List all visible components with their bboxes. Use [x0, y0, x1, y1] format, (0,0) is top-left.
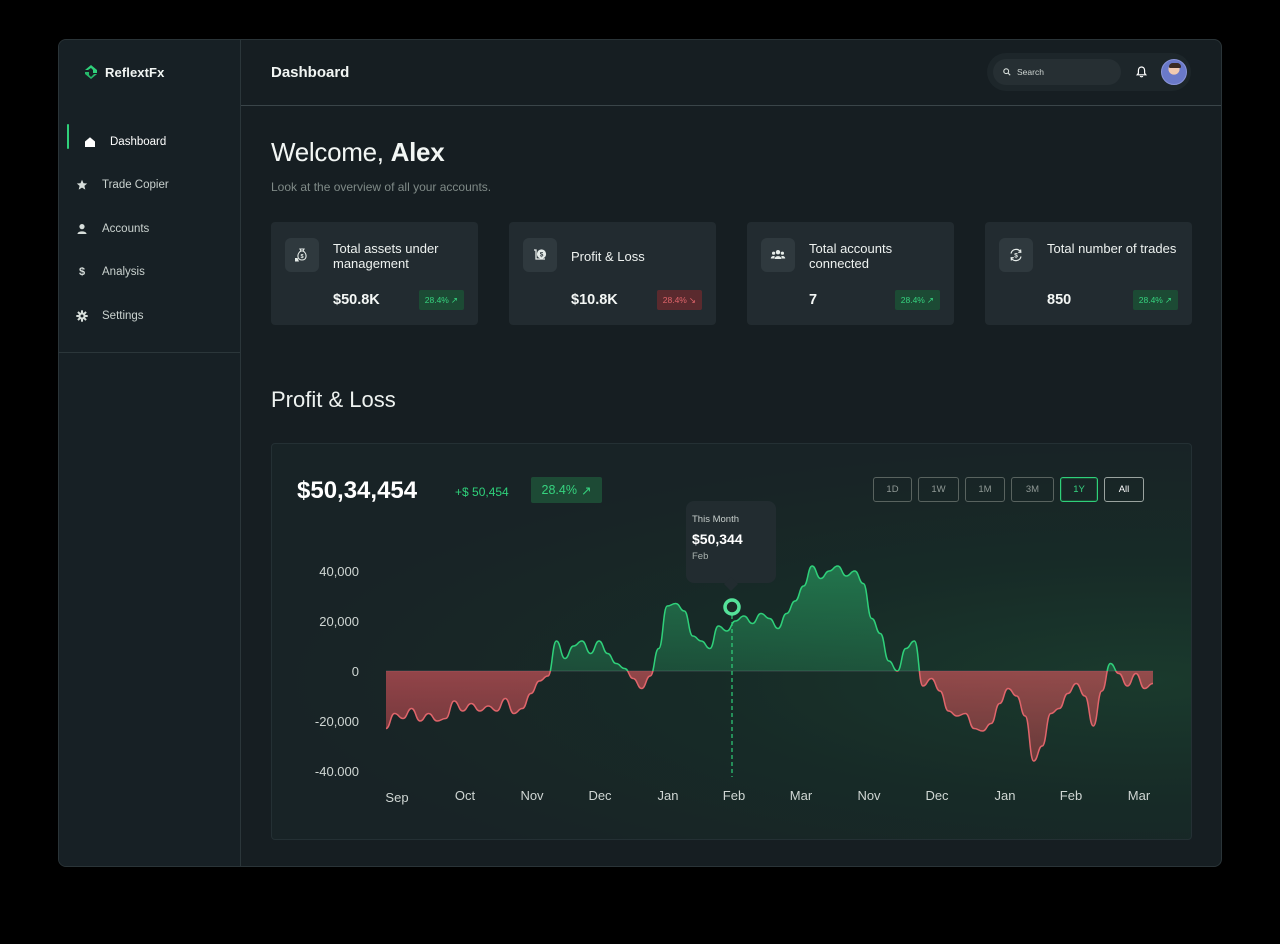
sidebar-item-accounts[interactable]: Accounts: [59, 207, 240, 251]
arrow-down-right-icon: ↘: [688, 294, 696, 305]
stat-card-trades[interactable]: $ Total number of trades 850 28.4% ↗: [985, 222, 1192, 325]
welcome-name: Alex: [390, 137, 445, 167]
y-tick-label: 40,000: [319, 564, 359, 579]
star-icon: [76, 179, 88, 191]
stat-card-pnl[interactable]: $ Profit & Loss $10.8K 28.4% ↘: [509, 222, 716, 325]
change-badge: 28.4% ↗: [418, 290, 464, 310]
user-icon: [76, 223, 88, 235]
sidebar-item-label: Analysis: [102, 266, 145, 279]
y-tick-label: 20,000: [319, 614, 359, 629]
card-label: Total assets under management: [333, 241, 439, 271]
tooltip-month: Feb: [692, 551, 709, 562]
card-value: $50.8K: [333, 292, 380, 308]
sidebar-divider: [59, 352, 240, 353]
sidebar-item-settings[interactable]: Settings: [59, 294, 240, 338]
change-value: 28.4%: [1138, 295, 1163, 305]
card-label: Total number of trades: [1047, 241, 1177, 256]
money-bag-icon: $: [285, 238, 319, 272]
dollar-icon: $: [78, 266, 86, 279]
welcome-greeting: Welcome,: [271, 137, 384, 167]
change-value: 28.4%: [424, 295, 449, 305]
x-tick-label: Nov: [520, 788, 544, 803]
card-label: Profit & Loss: [571, 249, 645, 264]
x-tick-label: Oct: [455, 788, 476, 803]
sidebar-item-dashboard[interactable]: Dashboard: [59, 120, 240, 164]
y-tick-label: 0: [352, 664, 359, 679]
x-tick-label: Mar: [790, 788, 813, 803]
brand[interactable]: ReflextFx: [83, 64, 164, 80]
logo-icon: [85, 65, 97, 79]
users-icon: [761, 238, 795, 272]
x-tick-label: Dec: [925, 788, 949, 803]
x-tick-label: Jan: [658, 788, 679, 803]
svg-text:$: $: [1014, 252, 1018, 259]
card-value: $10.8K: [571, 292, 618, 308]
pnl-chart-card: $50,34,454 +$ 50,454 28.4% ↗ 1D 1W 1M 3M…: [271, 443, 1192, 840]
stat-cards: $ Total assets under management $50.8K 2…: [271, 222, 1192, 325]
highlight-point[interactable]: [723, 598, 741, 616]
welcome-heading: Welcome, Alex: [271, 137, 445, 168]
sidebar-item-trade-copier[interactable]: Trade Copier: [59, 164, 240, 208]
x-tick-label: Mar: [1128, 788, 1151, 803]
bell-icon[interactable]: [1134, 65, 1148, 79]
arrow-up-right-icon: ↗: [450, 294, 458, 305]
home-icon: [84, 136, 96, 148]
topbar-actions: [987, 53, 1191, 91]
coins-icon: $: [523, 238, 557, 272]
sidebar-item-analysis[interactable]: $ Analysis: [59, 251, 240, 295]
gear-icon: [76, 310, 88, 322]
change-badge: 28.4% ↘: [656, 290, 702, 310]
tooltip-value: $50,344: [692, 531, 743, 547]
y-tick-label: -20,000: [315, 714, 359, 729]
arrow-up-right-icon: ↗: [1164, 294, 1172, 305]
change-badge: 28.4% ↗: [1132, 290, 1178, 310]
avatar[interactable]: [1161, 59, 1187, 85]
x-tick-label: Dec: [588, 788, 612, 803]
change-value: 28.4%: [662, 295, 687, 305]
svg-text:$: $: [300, 254, 303, 260]
card-value: 7: [809, 292, 818, 308]
card-label: Total accounts connected: [809, 241, 893, 271]
card-value: 850: [1047, 292, 1072, 308]
y-tick-label: -40.000: [315, 764, 359, 779]
page-title: Dashboard: [271, 64, 350, 81]
sidebar-item-label: Dashboard: [110, 135, 167, 148]
search-input[interactable]: [1017, 67, 1107, 77]
sidebar-item-label: Trade Copier: [102, 179, 169, 192]
stat-card-assets[interactable]: $ Total assets under management $50.8K 2…: [271, 222, 478, 325]
sidebar: ReflextFx Dashboard Trade Copier Account…: [59, 40, 241, 866]
sidebar-item-label: Settings: [102, 309, 144, 322]
stat-card-accounts[interactable]: Total accounts connected 7 28.4% ↗: [747, 222, 954, 325]
main-content: Welcome, Alex Look at the overview of al…: [241, 107, 1221, 866]
x-tick-label: Feb: [723, 788, 745, 803]
x-tick-label: Jan: [995, 788, 1016, 803]
x-tick-label: Sep: [385, 790, 408, 805]
change-badge: 28.4% ↗: [894, 290, 940, 310]
x-tick-label: Feb: [1060, 788, 1082, 803]
svg-text:$: $: [540, 251, 544, 258]
app-window: ReflextFx Dashboard Trade Copier Account…: [58, 39, 1222, 867]
search-box[interactable]: [993, 59, 1121, 85]
search-icon: [1003, 68, 1011, 76]
x-tick-label: Nov: [857, 788, 881, 803]
chart-tooltip: This Month $50,344 Feb: [686, 501, 776, 583]
sidebar-nav: Dashboard Trade Copier Accounts $ Analys…: [59, 120, 240, 338]
sidebar-item-label: Accounts: [102, 222, 150, 235]
welcome-subtitle: Look at the overview of all your account…: [271, 180, 492, 194]
exchange-icon: $: [999, 238, 1033, 272]
brand-name: ReflextFx: [105, 64, 165, 80]
change-value: 28.4%: [900, 295, 925, 305]
section-title-pnl: Profit & Loss: [271, 387, 396, 412]
arrow-up-right-icon: ↗: [926, 294, 934, 305]
topbar: Dashboard: [241, 40, 1221, 106]
tooltip-label: This Month: [692, 514, 739, 525]
